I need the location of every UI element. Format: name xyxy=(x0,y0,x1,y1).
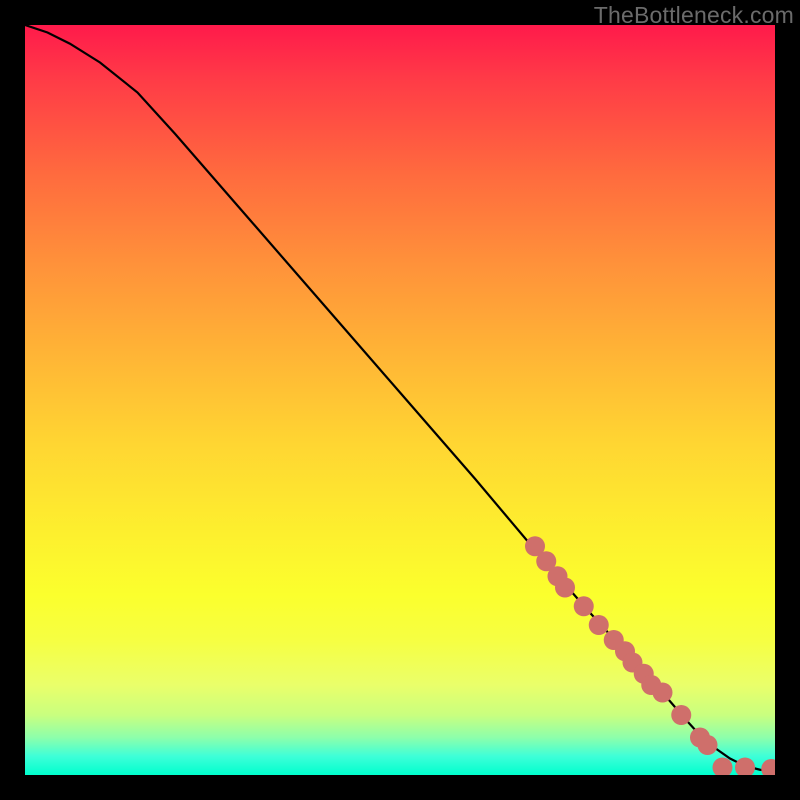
data-marker xyxy=(713,758,733,776)
data-marker xyxy=(671,705,691,725)
data-marker xyxy=(761,759,775,775)
data-marker xyxy=(653,683,673,703)
chart-svg xyxy=(25,25,775,775)
data-marker xyxy=(735,758,755,776)
chart-plot-area xyxy=(25,25,775,775)
performance-curve-line xyxy=(25,25,775,771)
data-marker xyxy=(574,596,594,616)
data-markers-group xyxy=(525,536,775,775)
data-marker xyxy=(589,615,609,635)
data-marker xyxy=(698,735,718,755)
watermark-text: TheBottleneck.com xyxy=(594,2,794,29)
data-marker xyxy=(555,578,575,598)
